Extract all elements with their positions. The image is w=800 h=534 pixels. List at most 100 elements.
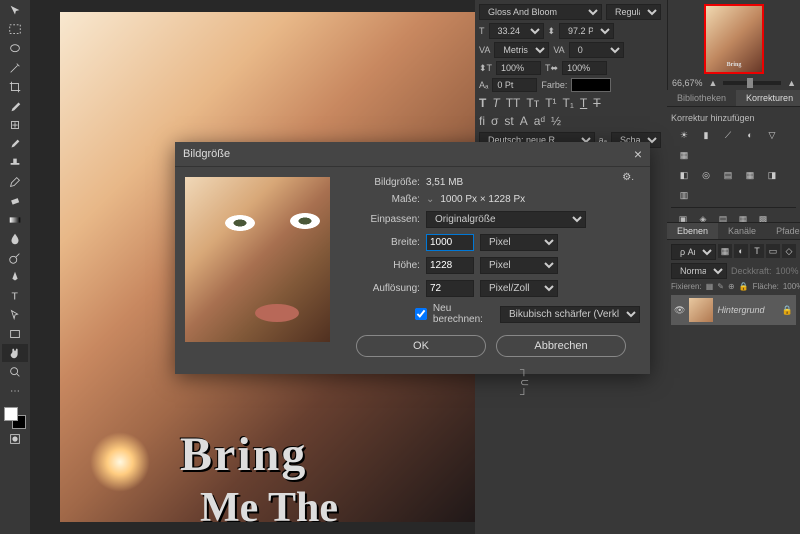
- wand-tool[interactable]: [2, 59, 28, 77]
- lasso-tool[interactable]: [2, 40, 28, 58]
- opacity-value[interactable]: 100%: [776, 266, 799, 276]
- chevron-down-icon[interactable]: ⌄: [426, 194, 434, 205]
- zoom-value[interactable]: 66,67%: [672, 78, 703, 88]
- channelmixer-icon[interactable]: ▤: [719, 167, 737, 183]
- zoom-in-icon[interactable]: ▲: [787, 78, 796, 88]
- brush-tool[interactable]: [2, 135, 28, 153]
- move-tool[interactable]: [2, 2, 28, 20]
- titling-icon[interactable]: A: [520, 114, 528, 128]
- photofilter-icon[interactable]: ◎: [697, 167, 715, 183]
- blend-mode-select[interactable]: Normal: [671, 263, 727, 279]
- font-family-select[interactable]: Gloss And Bloom: [479, 4, 602, 20]
- bold-icon[interactable]: T: [479, 96, 486, 110]
- height-input[interactable]: [426, 257, 474, 274]
- lock-paint-icon[interactable]: ✎: [717, 282, 724, 291]
- filter-pixel-icon[interactable]: ▦: [718, 244, 732, 258]
- dialog-preview[interactable]: [185, 177, 330, 342]
- tab-korrekturen[interactable]: Korrekturen: [736, 90, 800, 106]
- italic-icon[interactable]: T: [492, 96, 499, 110]
- visibility-icon[interactable]: 👁: [674, 305, 685, 316]
- stamp-tool[interactable]: [2, 154, 28, 172]
- superscript-icon[interactable]: T¹: [545, 96, 556, 110]
- more-tools[interactable]: ⋯: [2, 382, 28, 400]
- tracking-select[interactable]: 0: [569, 42, 624, 58]
- bw-icon[interactable]: ◧: [675, 167, 693, 183]
- exposure-icon[interactable]: ◐: [741, 127, 759, 143]
- font-style-select[interactable]: Regular: [606, 4, 661, 20]
- marquee-tool[interactable]: [2, 21, 28, 39]
- levels-icon[interactable]: ▮: [697, 127, 715, 143]
- invert-icon[interactable]: ◨: [763, 167, 781, 183]
- brightness-icon[interactable]: ☀: [675, 127, 693, 143]
- crop-tool[interactable]: [2, 78, 28, 96]
- tab-ebenen[interactable]: Ebenen: [667, 223, 718, 239]
- ligature-icon[interactable]: fi: [479, 114, 485, 128]
- width-unit-select[interactable]: Pixel: [480, 234, 558, 251]
- zoom-slider[interactable]: [723, 81, 781, 85]
- cancel-button[interactable]: Abbrechen: [496, 335, 626, 357]
- layer-name[interactable]: Hintergrund: [717, 305, 777, 315]
- height-unit-select[interactable]: Pixel: [480, 257, 558, 274]
- filter-shape-icon[interactable]: ▭: [766, 244, 780, 258]
- fit-select[interactable]: Originalgröße: [426, 211, 586, 228]
- leading-select[interactable]: 97.2 Pt: [559, 23, 614, 39]
- shape-tool[interactable]: [2, 325, 28, 343]
- healing-tool[interactable]: [2, 116, 28, 134]
- font-size-select[interactable]: 33.24 Pt: [489, 23, 544, 39]
- quickmask-toggle[interactable]: [2, 430, 28, 448]
- eraser-tool[interactable]: [2, 192, 28, 210]
- gear-icon[interactable]: ⚙.: [622, 172, 634, 183]
- history-brush-tool[interactable]: [2, 173, 28, 191]
- fractions-icon[interactable]: ½: [551, 114, 561, 128]
- color-swatch[interactable]: [4, 407, 26, 429]
- baseline-input[interactable]: [492, 78, 537, 92]
- hue-icon[interactable]: ▦: [675, 147, 693, 163]
- layer-filter-select[interactable]: ρ Art: [671, 244, 716, 260]
- filter-adj-icon[interactable]: ◐: [734, 244, 748, 258]
- tab-pfade[interactable]: Pfade: [766, 223, 800, 239]
- underline-icon[interactable]: T: [580, 96, 587, 110]
- hscale-input[interactable]: [562, 61, 607, 75]
- lock-trans-icon[interactable]: ▦: [706, 282, 714, 291]
- tab-bibliotheken[interactable]: Bibliotheken: [667, 90, 736, 106]
- width-input[interactable]: [426, 234, 474, 251]
- fill-value[interactable]: 100%: [783, 282, 800, 291]
- stylistic-icon[interactable]: st: [504, 114, 513, 128]
- text-color-swatch[interactable]: [571, 78, 611, 92]
- vscale-input[interactable]: [496, 61, 541, 75]
- filter-smart-icon[interactable]: ◇: [782, 244, 796, 258]
- tab-kanale[interactable]: Kanäle: [718, 223, 766, 239]
- gradient-tool[interactable]: [2, 211, 28, 229]
- res-input[interactable]: [426, 280, 474, 297]
- close-icon[interactable]: ×: [634, 146, 642, 162]
- kerning-select[interactable]: Metrisch: [494, 42, 549, 58]
- zoom-out-icon[interactable]: ▲: [709, 78, 718, 88]
- link-icon[interactable]: ┐⊂┘: [520, 364, 529, 401]
- vibrance-icon[interactable]: ▽: [763, 127, 781, 143]
- lock-all-icon[interactable]: 🔒: [739, 282, 749, 291]
- layer-row[interactable]: 👁 Hintergrund 🔒: [671, 295, 796, 325]
- resample-checkbox[interactable]: [415, 308, 427, 320]
- path-select-tool[interactable]: [2, 306, 28, 324]
- filter-type-icon[interactable]: T: [750, 244, 764, 258]
- blur-tool[interactable]: [2, 230, 28, 248]
- subscript-icon[interactable]: T₁: [563, 96, 574, 110]
- curves-icon[interactable]: ⟋: [719, 127, 737, 143]
- eyedropper-tool[interactable]: [2, 97, 28, 115]
- allcaps-icon[interactable]: TT: [506, 96, 521, 110]
- ok-button[interactable]: OK: [356, 335, 486, 357]
- colorlookup-icon[interactable]: ▦: [741, 167, 759, 183]
- smallcaps-icon[interactable]: Tᴛ: [526, 96, 539, 110]
- oldstyle-icon[interactable]: σ: [491, 114, 498, 128]
- res-unit-select[interactable]: Pixel/Zoll: [480, 280, 558, 297]
- resample-select[interactable]: Bikubisch schärfer (Verkleinerun...: [500, 306, 640, 323]
- hand-tool[interactable]: [2, 344, 28, 362]
- dodge-tool[interactable]: [2, 249, 28, 267]
- strikethrough-icon[interactable]: T: [593, 96, 600, 110]
- navigator-thumb[interactable]: Bring: [704, 4, 764, 74]
- ordinals-icon[interactable]: aᵈ: [534, 114, 545, 128]
- pen-tool[interactable]: [2, 268, 28, 286]
- posterize-icon[interactable]: ▥: [675, 187, 693, 203]
- layer-thumbnail[interactable]: [689, 298, 713, 322]
- lock-pos-icon[interactable]: ⊕: [728, 282, 735, 291]
